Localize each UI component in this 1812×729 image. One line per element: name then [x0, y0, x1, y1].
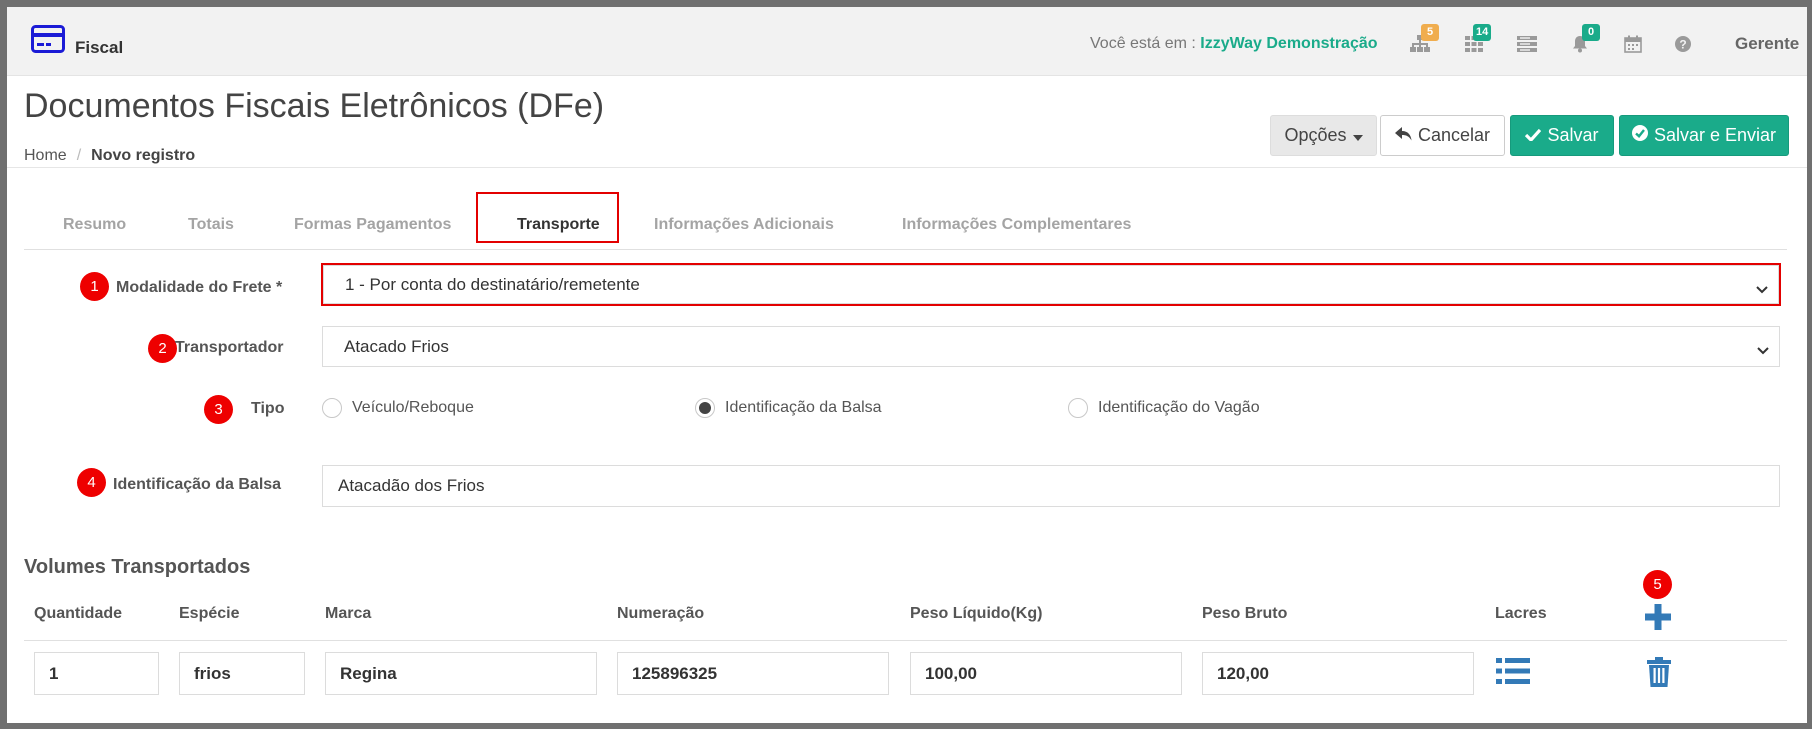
calendar-icon[interactable] — [1622, 33, 1644, 55]
check-circle-icon — [1631, 125, 1648, 146]
cancel-label: Cancelar — [1417, 125, 1491, 145]
transportador-value: Atacado Frios — [344, 336, 449, 356]
identificacao-balsa-label: Identificação da Balsa — [113, 476, 282, 493]
breadcrumb-current: Novo registro — [91, 147, 196, 164]
grid-badge: 14 — [1473, 24, 1492, 41]
radio-circle[interactable] — [1068, 398, 1088, 418]
table-header-divider — [24, 640, 1787, 641]
save-button[interactable]: Salvar — [1510, 115, 1614, 156]
save-and-send-label: Salvar e Enviar — [1653, 125, 1777, 145]
svg-text:?: ? — [1679, 38, 1686, 52]
radio-identificacao-balsa-label: Identificação da Balsa — [725, 399, 882, 416]
card-icon — [31, 25, 65, 58]
location-prefix: Você está em : — [1090, 35, 1201, 52]
radio-dot — [699, 402, 711, 414]
modalidade-frete-label-text: Modalidade do Frete — [116, 279, 272, 296]
page-title: Documentos Fiscais Eletrônicos (DFe) — [24, 87, 605, 125]
volumes-section-title: Volumes Transportados — [24, 556, 251, 578]
options-button[interactable]: Opções — [1270, 115, 1377, 156]
sitemap-badge: 5 — [1421, 24, 1439, 41]
current-location: Você está em : IzzyWay Demonstração — [1090, 35, 1378, 53]
radio-identificacao-vagao[interactable]: Identificação do Vagão — [1068, 398, 1260, 418]
peso-bruto-input[interactable]: 120,00 — [1202, 652, 1474, 695]
tab-resumo[interactable]: Resumo — [63, 200, 126, 250]
especie-input[interactable]: frios — [179, 652, 305, 695]
transportador-label: Transportador — [175, 339, 284, 356]
reply-icon — [1394, 125, 1412, 146]
marca-input[interactable]: Regina — [325, 652, 597, 695]
save-label: Salvar — [1547, 125, 1599, 145]
step-marker-5: 5 — [1643, 570, 1672, 599]
top-bar: Fiscal Você está em : IzzyWay Demonstraç… — [7, 7, 1807, 76]
radio-circle-selected[interactable] — [695, 398, 715, 418]
radio-veiculo-reboque-label: Veículo/Reboque — [352, 399, 474, 416]
col-numeracao: Numeração — [617, 605, 705, 622]
peso-liquido-input[interactable]: 100,00 — [910, 652, 1182, 695]
chevron-down-icon — [1757, 340, 1769, 360]
radio-identificacao-vagao-label: Identificação do Vagão — [1098, 399, 1260, 416]
cancel-button[interactable]: Cancelar — [1380, 115, 1505, 156]
app-window: Fiscal Você está em : IzzyWay Demonstraç… — [7, 7, 1807, 723]
list-icon — [1496, 657, 1530, 690]
breadcrumb: Home / Novo registro — [24, 147, 195, 165]
plus-icon — [1645, 603, 1671, 635]
module-label: Fiscal — [75, 37, 124, 57]
breadcrumb-home[interactable]: Home — [24, 147, 67, 164]
col-lacres: Lacres — [1495, 605, 1547, 622]
step-marker-4: 4 — [77, 468, 106, 497]
tipo-label: Tipo — [251, 400, 285, 417]
step-marker-1: 1 — [80, 272, 109, 301]
quantidade-input[interactable]: 1 — [34, 652, 159, 695]
col-marca: Marca — [325, 605, 372, 622]
delete-volume-button[interactable] — [1646, 656, 1672, 692]
user-menu[interactable]: Gerente — [1735, 34, 1799, 54]
tab-formas-pagamentos[interactable]: Formas Pagamentos — [294, 200, 451, 250]
module-switcher[interactable]: Fiscal — [31, 25, 123, 58]
help-icon[interactable]: ? — [1672, 33, 1694, 55]
col-especie: Espécie — [179, 605, 240, 622]
step-marker-3: 3 — [204, 395, 233, 424]
check-icon — [1525, 125, 1542, 146]
lacres-button[interactable] — [1495, 657, 1531, 690]
tab-totais[interactable]: Totais — [188, 200, 234, 250]
required-mark: * — [271, 279, 283, 296]
radio-identificacao-balsa[interactable]: Identificação da Balsa — [695, 398, 882, 418]
options-label: Opções — [1284, 125, 1347, 145]
numeracao-input[interactable]: 125896325 — [617, 652, 889, 695]
tab-bar: Resumo Totais Formas Pagamentos Transpor… — [24, 200, 1787, 250]
notifications-badge: 0 — [1582, 24, 1600, 41]
save-and-send-button[interactable]: Salvar e Enviar — [1619, 115, 1789, 156]
caret-down-icon — [1352, 125, 1363, 146]
identificacao-balsa-input[interactable]: Atacadão dos Frios — [322, 465, 1780, 507]
modalidade-frete-label: Modalidade do Frete * — [116, 279, 282, 297]
header-divider — [7, 167, 1807, 168]
select-highlight-box — [321, 263, 1781, 306]
trash-icon — [1647, 656, 1671, 692]
col-peso-liquido: Peso Líquido(Kg) — [910, 605, 1043, 622]
tab-informacoes-adicionais[interactable]: Informações Adicionais — [654, 200, 834, 250]
transportador-select[interactable]: Atacado Frios — [322, 326, 1780, 367]
company-link[interactable]: IzzyWay Demonstração — [1200, 35, 1377, 52]
list-icon[interactable] — [1516, 33, 1538, 55]
col-quantidade: Quantidade — [34, 605, 123, 622]
tab-informacoes-complementares[interactable]: Informações Complementares — [902, 200, 1131, 250]
add-volume-button[interactable] — [1644, 603, 1672, 635]
radio-veiculo-reboque[interactable]: Veículo/Reboque — [322, 398, 474, 418]
step-marker-2: 2 — [148, 334, 177, 363]
radio-circle[interactable] — [322, 398, 342, 418]
breadcrumb-separator: / — [76, 147, 82, 164]
col-peso-bruto: Peso Bruto — [1202, 605, 1288, 622]
tab-highlight-box — [476, 192, 619, 243]
